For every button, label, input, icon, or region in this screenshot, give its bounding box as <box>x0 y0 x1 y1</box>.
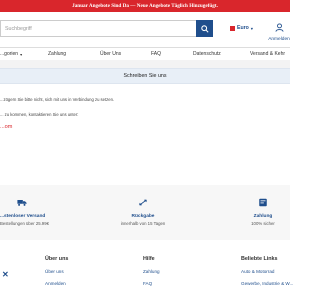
page-gap <box>0 60 290 68</box>
nav-item-categories[interactable]: ...gorien ▾ <box>0 48 22 60</box>
contact-text-line: ...zögern Sie bitte nicht, sich mit uns … <box>0 97 115 102</box>
nav-item-shipping[interactable]: Versand & Kehr <box>250 48 285 60</box>
promo-banner: Januar Angebote Sind Da — Neue Angebote … <box>0 0 290 12</box>
feature-payment: Zahlung 100% sicher <box>238 196 288 226</box>
search-button[interactable] <box>196 20 213 37</box>
nav-label: Datenschutz <box>193 51 221 57</box>
footer-heading: Beliebte Links <box>241 256 278 262</box>
promo-text: Januar Angebote Sind Da — Neue Angebote … <box>72 3 218 9</box>
currency-label: Euro <box>237 25 249 31</box>
footer-link[interactable]: Zahlung <box>143 269 160 274</box>
footer-link[interactable]: Gewerbe, Industrie & W... <box>241 281 293 286</box>
main-nav: ...gorien ▾ Zahlung Über Uns FAQ Datensc… <box>0 47 290 61</box>
feature-returns: Rückgabe innerhalb von 15 Tagen <box>112 196 174 226</box>
footer-heading: Hilfe <box>143 256 155 262</box>
footer-column-about: Über uns Über uns Anmelden <box>45 256 68 286</box>
footer-link[interactable]: FAQ <box>143 281 160 286</box>
truck-icon <box>17 200 27 206</box>
account-button[interactable]: Anmelden <box>268 19 290 42</box>
feature-subtitle: innerhalb von 15 Tagen <box>120 221 166 226</box>
feature-title: Zahlung <box>253 214 273 219</box>
nav-label: Zahlung <box>48 51 67 57</box>
chevron-down-icon: ▾ <box>20 51 23 57</box>
contact-email-link[interactable]: ...om <box>0 124 12 130</box>
feature-free-shipping: ...stenloser Versand Bestellungen über 2… <box>0 196 49 226</box>
footer-column-help: Hilfe Zahlung FAQ <box>143 256 160 286</box>
payment-card-icon <box>259 198 267 207</box>
nav-label: Über Uns <box>100 51 122 57</box>
nav-item-privacy[interactable]: Datenschutz <box>193 48 221 60</box>
search-icon <box>200 24 209 33</box>
search-placeholder: Suchbegriff <box>5 25 32 32</box>
footer-column-popular: Beliebte Links Auto & Motorrad Gewerbe, … <box>241 256 293 286</box>
page-title: Schreiben Sie uns <box>0 68 290 84</box>
nav-item-payment[interactable]: Zahlung <box>48 48 66 60</box>
feature-subtitle: Bestellungen über 25.99€ <box>0 221 49 226</box>
nav-label: Versand & Kehr <box>250 51 286 57</box>
feature-title: ...stenloser Versand <box>0 214 46 219</box>
nav-label: ...gorien <box>0 51 19 57</box>
footer-heading: Über uns <box>45 256 69 262</box>
chevron-down-icon: ▾ <box>250 25 253 31</box>
feature-subtitle: 100% sicher <box>251 221 275 226</box>
footer-link[interactable]: Anmelden <box>45 281 68 286</box>
nav-item-faq[interactable]: FAQ <box>151 48 161 60</box>
footer-link[interactable]: Über uns <box>45 269 68 274</box>
currency-selector[interactable]: Euro ▾ <box>230 25 253 31</box>
close-icon[interactable]: ✕ <box>2 270 9 279</box>
page-title-text: Schreiben Sie uns <box>123 73 167 79</box>
search-input[interactable]: Suchbegriff <box>0 20 196 37</box>
site-header: Suchbegriff Euro ▾ Anmelden <box>0 12 290 47</box>
account-label: Anmelden <box>268 37 290 42</box>
contact-text-line: ... zu kommen, kontaktieren Sie uns unte… <box>0 112 79 117</box>
return-arrows-icon <box>139 199 147 206</box>
feature-title: Rückgabe <box>131 214 155 219</box>
nav-item-about[interactable]: Über Uns <box>100 48 121 60</box>
nav-label: FAQ <box>151 51 162 57</box>
flag-icon <box>230 25 235 31</box>
user-icon <box>274 23 284 32</box>
footer-link[interactable]: Auto & Motorrad <box>241 269 293 274</box>
